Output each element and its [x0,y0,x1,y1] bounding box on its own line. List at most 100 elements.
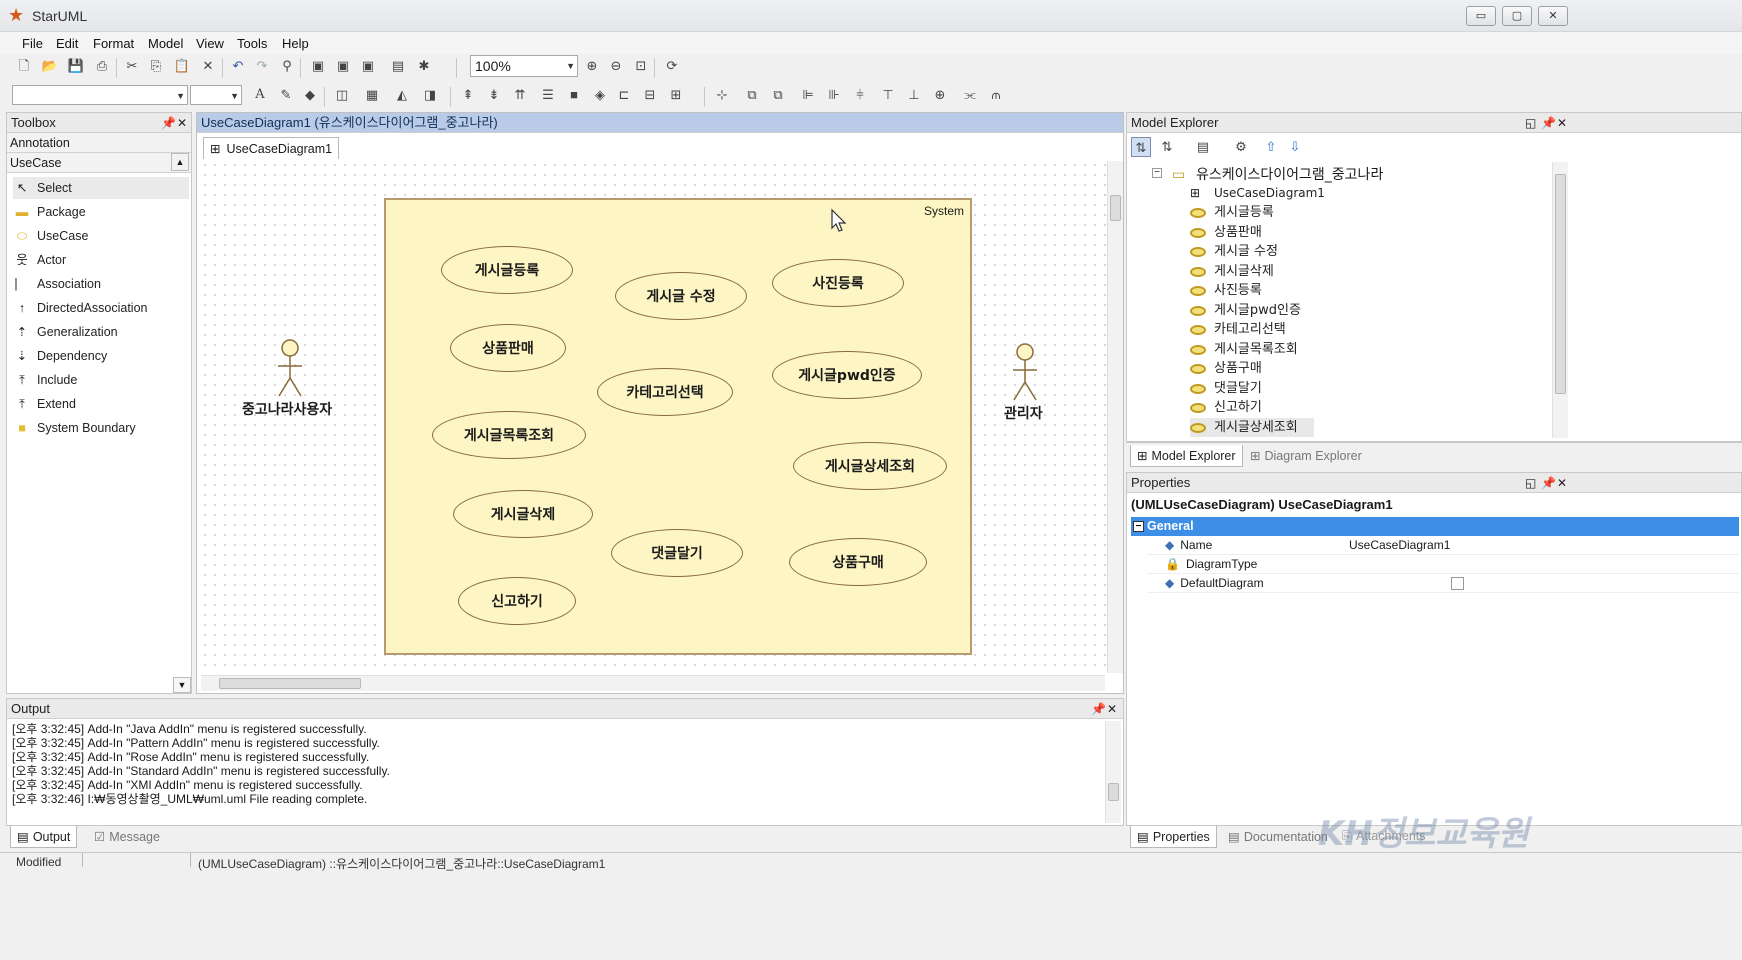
usecase-post-delete[interactable]: 게시글삭제 [453,490,593,538]
tree-item-diagram[interactable]: ⊞ UseCaseDiagram1 [1190,184,1325,203]
maximize-button[interactable]: ▢ [1502,6,1532,26]
scrollbar-thumb[interactable] [219,678,361,689]
usecase-report[interactable]: 신고하기 [458,577,576,625]
move-up-icon[interactable]: ⇧ [1261,137,1281,157]
distribute-icon[interactable]: ⫘ [960,85,980,105]
font-name-select[interactable]: ▼ [12,85,188,105]
arrange-icon[interactable]: ☰ [538,85,558,105]
arrange-icon[interactable]: ⊟ [640,85,660,105]
font-color-icon[interactable]: A [250,85,270,105]
find-binoculars-icon[interactable]: ⚲ [277,56,297,76]
diagram-vertical-scrollbar[interactable] [1107,161,1123,673]
usecase-category-select[interactable]: 카테고리선택 [597,368,733,416]
arrange-icon[interactable]: ⇈ [510,85,530,105]
zoom-select[interactable]: 100% ▼ [470,55,578,77]
usecase-product-buy[interactable]: 상품구매 [789,538,927,586]
pin-icon[interactable]: 📌 [1541,114,1556,133]
tool-directed-association[interactable]: ↑ DirectedAssociation [13,297,148,319]
tree-collapse-icon[interactable]: − [1152,168,1162,178]
save-icon[interactable]: 💾 [66,56,86,76]
undo-icon[interactable]: ↶ [228,56,248,76]
align-icon[interactable]: ⧉ [742,85,762,105]
tab-diagram-explorer[interactable]: ⊞ Diagram Explorer [1244,445,1368,467]
close-icon[interactable]: ✕ [1107,700,1117,719]
delete-icon[interactable]: ✕ [198,56,218,76]
tool-dependency[interactable]: ⇣ Dependency [13,345,107,367]
redo-icon[interactable]: ↷ [252,56,272,76]
group-collapse-icon[interactable]: − [1133,521,1144,532]
align-center-icon[interactable]: ⫩ [850,85,870,105]
tool-actor[interactable]: 웃 Actor [13,249,66,271]
align-bottom-icon[interactable]: ⊥ [904,85,924,105]
zoom-in-icon[interactable]: ⊕ [582,56,602,76]
scrollbar-thumb[interactable] [1108,783,1119,801]
align-right-icon[interactable]: ⊪ [824,85,844,105]
tab-message[interactable]: ☑ Message [88,826,166,848]
tool-extend[interactable]: ⤒ Extend [13,393,76,415]
tool-system-boundary[interactable]: ■ System Boundary [13,417,135,439]
diagram-horizontal-scrollbar[interactable] [201,675,1105,691]
tool-usecase[interactable]: ⬭ UseCase [13,225,89,247]
window-dock-icon[interactable]: ◱ [1525,114,1536,133]
minimize-button[interactable]: ▭ [1466,6,1496,26]
sort-descending-icon[interactable]: ⇅ [1157,137,1177,157]
new-file-icon[interactable]: 🗋 [14,56,34,76]
usecase-post-list-view[interactable]: 게시글목록조회 [432,411,586,459]
arrange-icon[interactable]: ◈ [590,85,610,105]
close-icon[interactable]: ✕ [1557,474,1567,493]
model-root-label[interactable]: 유스케이스다이어그램_중고나라 [1196,164,1383,184]
tree-item-usecase[interactable]: 카테고리선택 [1190,320,1286,339]
output-scrollbar[interactable] [1105,721,1121,823]
tree-item-usecase[interactable]: 게시글 수정 [1190,242,1278,261]
open-folder-icon[interactable]: 📂 [40,56,60,76]
arrange-icon[interactable]: ⊞ [666,85,686,105]
tree-item-usecase[interactable]: 게시글삭제 [1190,262,1274,281]
usecase-write-comment[interactable]: 댓글달기 [611,529,743,577]
line-color-icon[interactable]: ✎ [276,85,296,105]
property-name-value[interactable]: UseCaseDiagram1 [1349,536,1450,555]
menu-model[interactable]: Model [148,36,183,51]
tree-item-usecase[interactable]: 댓글달기 [1190,379,1262,398]
export-image-icon[interactable]: ▤ [388,56,408,76]
tree-item-usecase[interactable]: 상품구매 [1190,359,1262,378]
pin-icon[interactable]: 📌 [1541,474,1556,493]
refresh-icon[interactable]: ⟳ [662,56,682,76]
add-element-icon[interactable]: ▤ [1193,137,1213,157]
scroll-down-icon[interactable]: ▼ [173,677,191,693]
format-tool-icon[interactable]: ◫ [332,85,352,105]
arrange-icon[interactable]: ■ [564,85,584,105]
tab-properties[interactable]: ▤ Properties [1130,826,1217,848]
align-top-icon[interactable]: ⊤ [878,85,898,105]
toolbox-group-annotation[interactable]: Annotation [7,133,191,153]
paste-icon[interactable]: 📋 [172,56,192,76]
tree-item-usecase-selected[interactable]: 게시글상세조회 [1190,418,1314,437]
tree-item-usecase[interactable]: 사진등록 [1190,281,1262,300]
font-size-select[interactable]: ▼ [190,85,242,105]
tree-item-usecase[interactable]: 게시글목록조회 [1190,340,1298,359]
diagram-tool-icon[interactable]: ▣ [333,56,353,76]
format-tool-icon[interactable]: ◨ [420,85,440,105]
diagram-tool-icon[interactable]: ▣ [308,56,328,76]
find-icon[interactable]: ⚙ [1231,137,1251,157]
magic-wand-icon[interactable]: ✱ [414,56,434,76]
cut-icon[interactable]: ✂ [122,56,142,76]
tree-item-usecase[interactable]: 게시글등록 [1190,203,1274,222]
pin-icon[interactable]: 📌 [161,114,176,133]
diagram-tool-icon[interactable]: ▣ [358,56,378,76]
tab-output[interactable]: ▤ Output [10,826,78,848]
tree-item-usecase[interactable]: 게시글pwd인증 [1190,301,1301,320]
usecase-post-edit[interactable]: 게시글 수정 [615,272,747,320]
format-tool-icon[interactable]: ◭ [392,85,412,105]
print-icon[interactable]: ⎙ [92,56,112,76]
tool-generalization[interactable]: ⇡ Generalization [13,321,118,343]
arrange-icon[interactable]: ⇞ [458,85,478,105]
zoom-out-icon[interactable]: ⊖ [606,56,626,76]
menu-format[interactable]: Format [93,36,134,51]
fill-color-icon[interactable]: ◆ [300,85,320,105]
close-window-button[interactable]: ✕ [1538,6,1568,26]
copy-icon[interactable]: ⎘ [146,56,166,76]
actor-user-figure[interactable] [270,338,310,400]
window-dock-icon[interactable]: ◱ [1525,474,1536,493]
sort-ascending-icon[interactable]: ⇅ [1131,137,1151,157]
align-left-icon[interactable]: ⊫ [798,85,818,105]
